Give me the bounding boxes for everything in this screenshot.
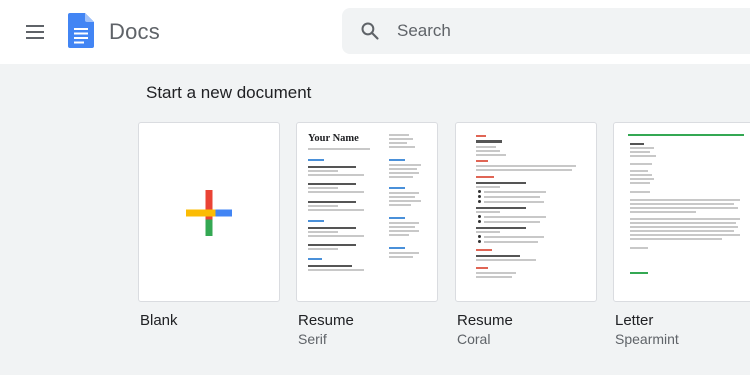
- template-name: Resume: [457, 312, 513, 329]
- template-name: Blank: [140, 312, 178, 329]
- docs-logo-icon[interactable]: [68, 13, 94, 48]
- search-input[interactable]: [397, 8, 737, 54]
- hamburger-menu-icon: [26, 25, 44, 27]
- template-name: Letter: [615, 312, 654, 329]
- resume-name-preview: Your Name: [308, 133, 359, 144]
- main-menu-button[interactable]: [15, 12, 55, 52]
- template-thumbnail[interactable]: Your Name: [296, 122, 438, 302]
- template-thumbnail[interactable]: [455, 122, 597, 302]
- template-resume-coral[interactable]: Resume Coral: [455, 122, 597, 347]
- search-bar[interactable]: [342, 8, 750, 54]
- template-style: Coral: [457, 331, 491, 347]
- template-gallery-title: Start a new document: [146, 83, 312, 102]
- template-name: Resume: [298, 312, 354, 329]
- app-title[interactable]: Docs: [109, 19, 160, 45]
- template-blank[interactable]: Blank: [138, 122, 280, 329]
- template-resume-serif[interactable]: Your Name Resume Serif: [296, 122, 438, 347]
- template-style: Serif: [298, 331, 327, 347]
- template-letter-spearmint[interactable]: Letter Spearmint: [613, 122, 750, 347]
- template-thumbnail[interactable]: [138, 122, 280, 302]
- template-style: Spearmint: [615, 331, 679, 347]
- plus-icon: [186, 190, 232, 236]
- search-icon[interactable]: [360, 21, 380, 41]
- top-app-bar: Docs: [0, 0, 750, 64]
- template-thumbnail[interactable]: [613, 122, 750, 302]
